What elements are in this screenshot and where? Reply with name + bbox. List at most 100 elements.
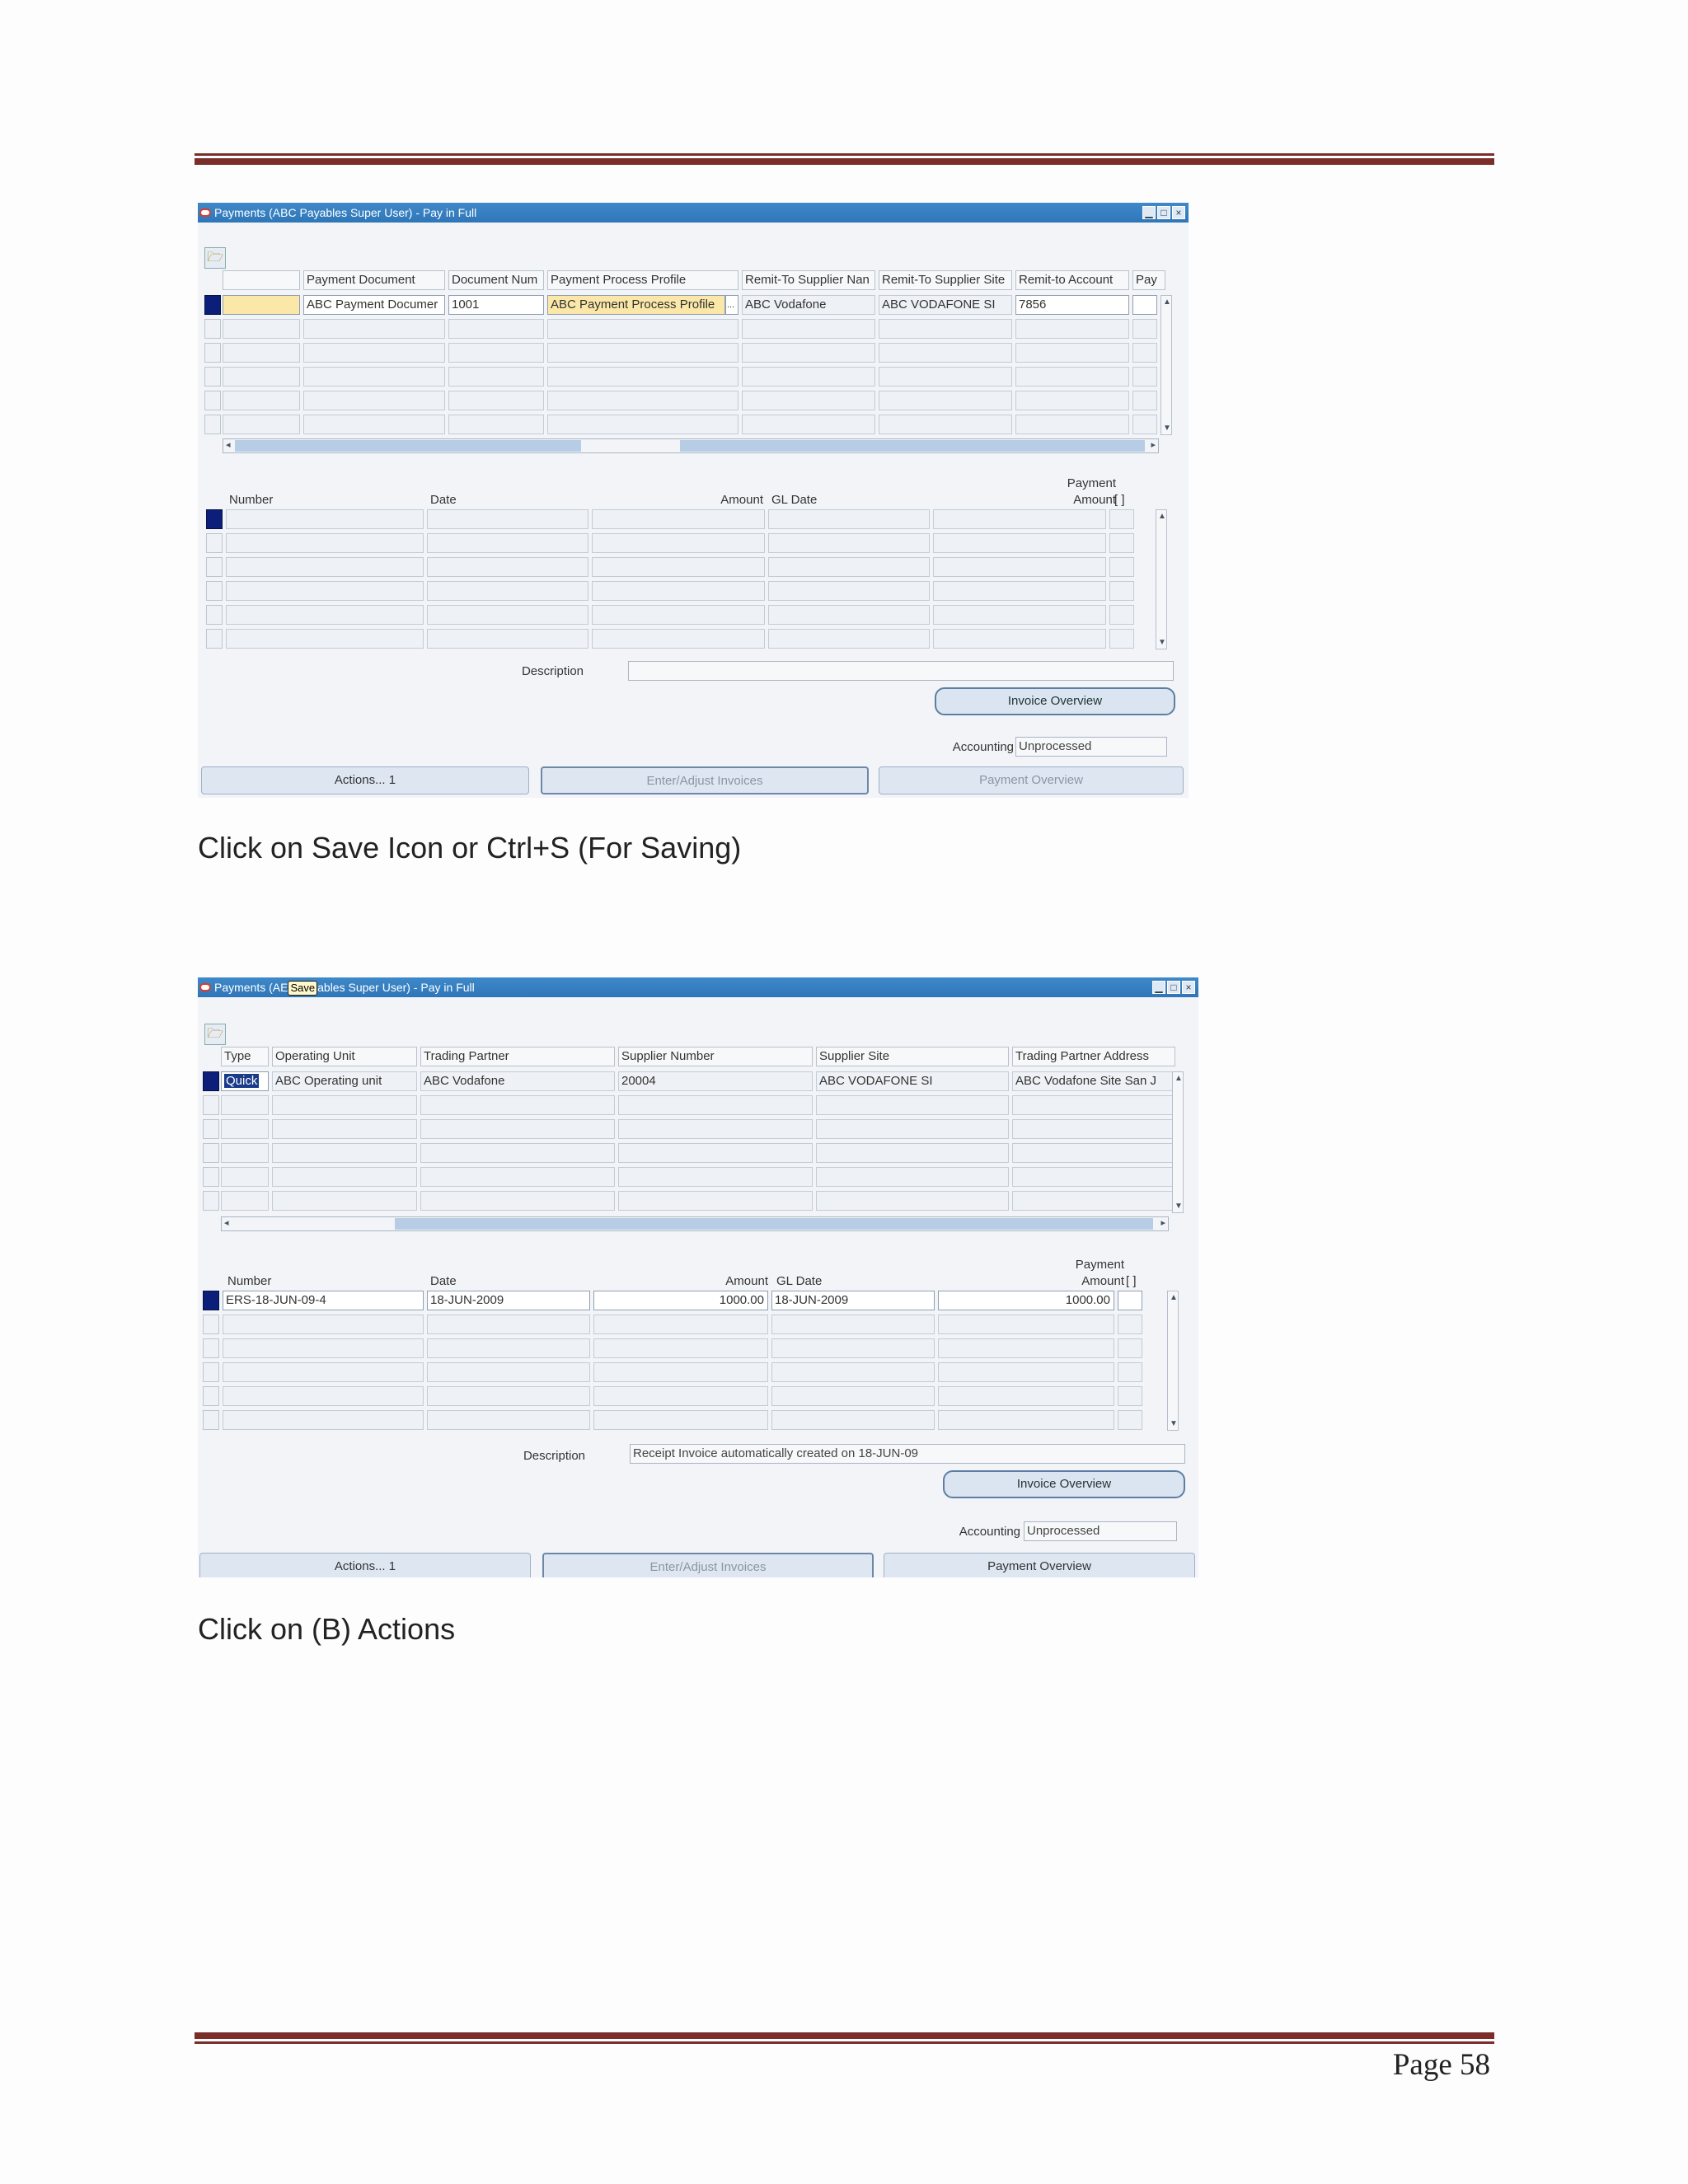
- description-field[interactable]: Receipt Invoice automatically created on…: [630, 1444, 1185, 1464]
- table-cell[interactable]: [1012, 1191, 1174, 1211]
- row-selector[interactable]: [203, 1095, 219, 1115]
- minimize-icon[interactable]: ▁: [1142, 206, 1156, 219]
- table-cell[interactable]: [420, 1143, 615, 1163]
- invoice-date-cell[interactable]: 18-JUN-2009: [427, 1291, 590, 1310]
- row-selector[interactable]: [203, 1315, 219, 1334]
- table-cell[interactable]: [933, 533, 1106, 553]
- table-cell[interactable]: ABC VODAFONE SI: [879, 295, 1012, 315]
- table-cell[interactable]: [879, 415, 1012, 434]
- invoice-amount-cell[interactable]: 1000.00: [593, 1291, 768, 1310]
- invoice-vertical-scrollbar[interactable]: ▲ ▼: [1167, 1291, 1179, 1431]
- table-cell[interactable]: [1118, 1315, 1142, 1334]
- row-selector[interactable]: [206, 533, 223, 553]
- table-cell[interactable]: 7856: [1015, 295, 1129, 315]
- table-cell[interactable]: [223, 343, 300, 363]
- table-cell[interactable]: [1132, 391, 1157, 410]
- table-cell[interactable]: [1015, 367, 1129, 387]
- scroll-thumb[interactable]: [235, 440, 581, 452]
- table-cell[interactable]: [618, 1095, 813, 1115]
- table-cell[interactable]: ABC VODAFONE SI: [816, 1071, 1009, 1091]
- table-cell[interactable]: [223, 1315, 424, 1334]
- table-cell[interactable]: [938, 1386, 1114, 1406]
- table-cell[interactable]: [1015, 391, 1129, 410]
- table-cell[interactable]: [223, 1338, 424, 1358]
- table-cell[interactable]: [223, 1410, 424, 1430]
- table-cell[interactable]: [1012, 1119, 1174, 1139]
- table-cell[interactable]: [1012, 1095, 1174, 1115]
- scroll-right-icon[interactable]: ▸: [1151, 439, 1156, 450]
- table-cell[interactable]: [1118, 1291, 1142, 1310]
- table-cell[interactable]: [448, 391, 544, 410]
- actions-button[interactable]: Actions... 1: [201, 766, 529, 794]
- table-cell[interactable]: [221, 1143, 269, 1163]
- table-cell[interactable]: [768, 605, 930, 625]
- minimize-icon[interactable]: ▁: [1152, 981, 1165, 994]
- row-selector[interactable]: [203, 1291, 219, 1310]
- folder-icon[interactable]: 🗁: [204, 247, 226, 269]
- table-cell[interactable]: [768, 557, 930, 577]
- table-cell[interactable]: [1132, 367, 1157, 387]
- enter-adjust-invoices-button[interactable]: Enter/Adjust Invoices: [541, 766, 869, 794]
- close-icon[interactable]: ×: [1172, 206, 1185, 219]
- table-cell[interactable]: [272, 1119, 417, 1139]
- row-selector[interactable]: [204, 319, 221, 339]
- table-cell[interactable]: [768, 581, 930, 601]
- row-selector[interactable]: [203, 1410, 219, 1430]
- table-cell[interactable]: [742, 415, 875, 434]
- table-cell[interactable]: [816, 1167, 1009, 1187]
- row-selector[interactable]: [206, 509, 223, 529]
- invoice-gl-date-cell[interactable]: 18-JUN-2009: [771, 1291, 935, 1310]
- table-cell[interactable]: [771, 1315, 935, 1334]
- enter-adjust-invoices-button[interactable]: Enter/Adjust Invoices: [542, 1553, 874, 1577]
- table-cell[interactable]: [221, 1095, 269, 1115]
- row-selector[interactable]: [204, 391, 221, 410]
- row-selector[interactable]: [206, 557, 223, 577]
- table-cell[interactable]: [223, 319, 300, 339]
- row-selector[interactable]: [203, 1362, 219, 1382]
- table-cell[interactable]: [223, 391, 300, 410]
- table-cell[interactable]: [771, 1386, 935, 1406]
- table-cell[interactable]: [1109, 509, 1134, 529]
- table-cell[interactable]: [303, 319, 445, 339]
- table-cell[interactable]: [427, 533, 588, 553]
- table-cell[interactable]: [768, 629, 930, 649]
- invoice-number-cell[interactable]: ERS-18-JUN-09-4: [223, 1291, 424, 1310]
- row-selector[interactable]: [204, 343, 221, 363]
- table-cell[interactable]: [768, 533, 930, 553]
- table-cell[interactable]: [593, 1386, 768, 1406]
- close-icon[interactable]: ×: [1182, 981, 1195, 994]
- table-cell[interactable]: [938, 1410, 1114, 1430]
- row-selector[interactable]: [203, 1071, 219, 1091]
- table-cell[interactable]: ABC Payment Documer: [303, 295, 445, 315]
- table-cell[interactable]: [593, 1315, 768, 1334]
- table-cell[interactable]: [226, 533, 424, 553]
- table-cell[interactable]: [618, 1143, 813, 1163]
- table-cell[interactable]: [420, 1167, 615, 1187]
- row-selector[interactable]: [203, 1143, 219, 1163]
- table-cell[interactable]: [879, 367, 1012, 387]
- invoice-overview-button[interactable]: Invoice Overview: [943, 1470, 1185, 1498]
- table-cell[interactable]: [816, 1143, 1009, 1163]
- actions-button[interactable]: Actions... 1: [199, 1553, 531, 1577]
- table-cell[interactable]: [272, 1167, 417, 1187]
- table-cell[interactable]: [223, 367, 300, 387]
- table-cell[interactable]: [223, 1362, 424, 1382]
- table-cell[interactable]: [427, 629, 588, 649]
- table-cell[interactable]: [226, 581, 424, 601]
- table-cell[interactable]: [547, 391, 738, 410]
- table-cell[interactable]: [593, 1362, 768, 1382]
- table-cell[interactable]: [742, 343, 875, 363]
- table-cell[interactable]: [303, 367, 445, 387]
- table-cell[interactable]: ABC Vodafone Site San J: [1012, 1071, 1174, 1091]
- table-cell[interactable]: [1015, 415, 1129, 434]
- table-cell[interactable]: [303, 343, 445, 363]
- table-cell[interactable]: [1109, 605, 1134, 625]
- row-selector[interactable]: [204, 295, 221, 315]
- table-cell[interactable]: [427, 1315, 590, 1334]
- table-cell[interactable]: [427, 605, 588, 625]
- table-cell[interactable]: [547, 343, 738, 363]
- table-cell[interactable]: [879, 343, 1012, 363]
- table-cell[interactable]: 20004: [618, 1071, 813, 1091]
- table-cell[interactable]: [1109, 557, 1134, 577]
- table-cell[interactable]: [1015, 343, 1129, 363]
